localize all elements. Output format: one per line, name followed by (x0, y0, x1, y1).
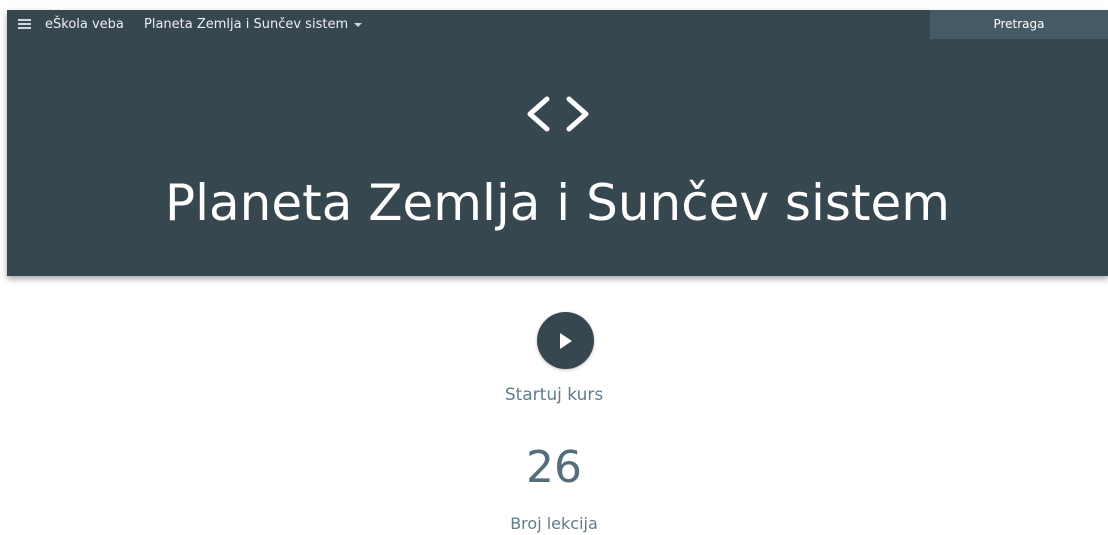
hero-banner: eŠkola veba Planeta Zemlja i Sunčev sist… (7, 10, 1108, 276)
search-input[interactable]: Pretraga (930, 10, 1108, 39)
caret-down-icon (354, 22, 363, 27)
page-title: Planeta Zemlja i Sunčev sistem (164, 174, 950, 232)
course-dropdown[interactable]: Planeta Zemlja i Sunčev sistem (144, 17, 363, 32)
top-navigation-bar: eŠkola veba Planeta Zemlja i Sunčev sist… (7, 10, 1108, 40)
play-icon (560, 333, 572, 349)
code-icon (7, 92, 1108, 142)
code-icon-graphic (527, 96, 588, 132)
start-course-label[interactable]: Startuj kurs (0, 385, 1108, 405)
lesson-count-label: Broj lekcija (510, 514, 598, 533)
lesson-count: 26 (526, 442, 582, 493)
menu-icon[interactable] (18, 17, 32, 31)
course-dropdown-label: Planeta Zemlja i Sunčev sistem (144, 17, 349, 32)
start-course-button[interactable] (537, 312, 594, 369)
brand-link[interactable]: eŠkola veba (45, 17, 124, 32)
